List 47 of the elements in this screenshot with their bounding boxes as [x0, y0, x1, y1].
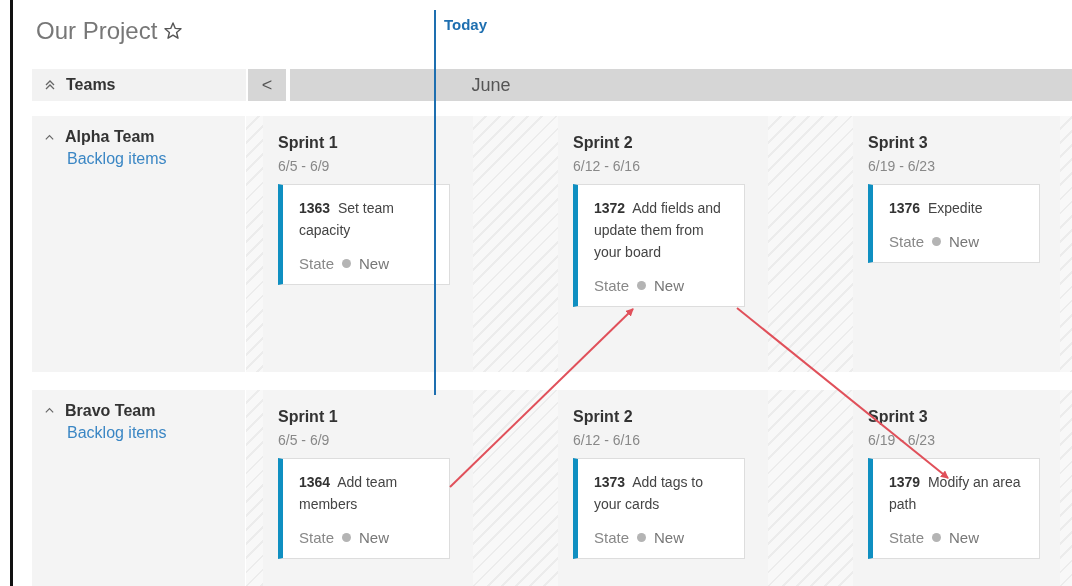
backlog-link[interactable]: Backlog items [67, 423, 245, 442]
sprint-name: Sprint 3 [868, 407, 929, 426]
backlog-link[interactable]: Backlog items [67, 150, 245, 169]
today-label: Today [444, 16, 488, 33]
sprint-dates: 6/5 - 6/9 [278, 158, 331, 175]
sprint-name: Sprint 3 [868, 134, 929, 153]
card-title: 1363 Set team capacity [299, 199, 395, 241]
work-item-card[interactable]: 1372 Add fields and update them from your board State New [573, 184, 745, 308]
sprint-name: Sprint 2 [573, 134, 634, 153]
state-label: State [594, 277, 630, 295]
state-label: State [889, 233, 925, 251]
state-label: State [594, 528, 630, 546]
work-item-card[interactable]: 1363 Set team capacity State New [278, 184, 450, 286]
card-title: 1379 Modify an area path [889, 472, 1022, 514]
sprint-name: Sprint 1 [278, 407, 339, 426]
state-value: New [949, 233, 980, 251]
card-title: 1364 Add team members [299, 472, 399, 514]
state-label: State [889, 528, 925, 546]
state-value: New [654, 277, 685, 295]
state-label: State [299, 528, 335, 546]
work-item-card[interactable]: 1364 Add team members State New [278, 457, 450, 559]
sprint-name: Sprint 2 [573, 407, 634, 426]
sprint-dates: 6/12 - 6/16 [573, 158, 641, 175]
sprint-name: Sprint 1 [278, 134, 339, 153]
state-value: New [359, 528, 390, 546]
project-title: Our Project [36, 17, 158, 46]
team-name: Bravo Team [65, 401, 156, 420]
state-value: New [654, 528, 685, 546]
teams-toggle[interactable]: Teams [32, 68, 246, 102]
state-value: New [949, 528, 980, 546]
state-label: State [299, 255, 335, 273]
sprint-dates: 6/12 - 6/16 [573, 431, 641, 448]
month-label: June [471, 74, 511, 96]
card-title: 1372 Add fields and update them from your board [594, 199, 722, 263]
star-icon[interactable] [163, 21, 184, 42]
card-title: 1373 Add tags to your cards [594, 472, 704, 514]
team-name: Alpha Team [65, 128, 155, 147]
collapse-icon [44, 79, 56, 92]
work-item-card[interactable]: 1379 Modify an area path State New [868, 457, 1040, 559]
sprint-dates: 6/19 - 6/23 [868, 158, 936, 175]
work-item-card[interactable]: 1376 Expedite State New [868, 184, 1040, 264]
sprint-dates: 6/5 - 6/9 [278, 431, 331, 448]
card-title: 1376 Expedite [889, 199, 984, 219]
sprint-dates: 6/19 - 6/23 [868, 431, 936, 448]
work-item-card[interactable]: 1373 Add tags to your cards State New [573, 457, 745, 559]
state-value: New [359, 255, 390, 273]
previous-button[interactable]: < [248, 68, 286, 102]
